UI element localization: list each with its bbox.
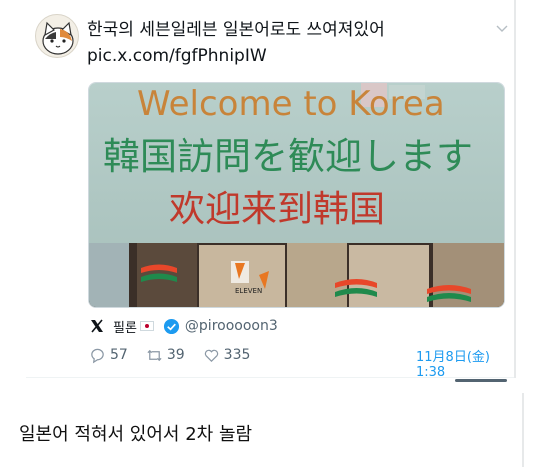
sign-chinese: 欢迎来到韩国 xyxy=(169,189,385,230)
embed-scroll-track xyxy=(514,0,516,378)
verified-badge-icon xyxy=(163,318,179,334)
japan-flag-icon xyxy=(139,321,154,331)
scrollbar-thumb[interactable] xyxy=(455,379,507,382)
like-button[interactable]: 335 xyxy=(203,347,251,364)
retweet-count: 39 xyxy=(166,347,185,363)
author-row[interactable]: 필론 @pirooooon3 xyxy=(89,315,278,337)
author-handle: @pirooooon3 xyxy=(184,318,278,334)
chevron-down-icon[interactable] xyxy=(494,20,510,36)
x-logo-icon xyxy=(91,319,103,333)
heart-icon xyxy=(204,349,218,362)
photo-canvas: ELEVEN Welcome to Korea 韓国訪問を歓迎します 欢迎来到韩… xyxy=(89,83,504,307)
reply-button[interactable]: 57 xyxy=(89,347,128,364)
tweet-timestamp-link[interactable]: 11月8日(金) 1:38 xyxy=(416,346,514,380)
reply-count: 57 xyxy=(110,347,128,363)
author-name: 필론 xyxy=(113,320,137,336)
like-count: 335 xyxy=(223,347,251,363)
retweet-icon xyxy=(147,349,162,361)
tweet-media-link[interactable]: pic.x.com/fgfPhnipIW xyxy=(87,43,267,69)
tweet-actions: 57 39 335 xyxy=(89,345,268,365)
avatar[interactable] xyxy=(35,14,79,58)
reply-icon xyxy=(91,348,104,363)
tweet-photo[interactable]: ELEVEN Welcome to Korea 韓国訪問を歓迎します 欢迎来到韩… xyxy=(88,82,505,308)
sign-english: Welcome to Korea xyxy=(137,84,445,124)
tweet-text: 한국의 세븐일레븐 일본어로도 쓰여져있어 xyxy=(87,20,385,40)
content-scroll-track xyxy=(522,393,524,467)
retweet-button[interactable]: 39 xyxy=(146,347,185,364)
post-comment-text: 일본어 적혀서 있어서 2차 놀람 xyxy=(19,424,253,445)
sign-japanese: 韓国訪問を歓迎します xyxy=(103,135,473,178)
cat-avatar-icon xyxy=(42,21,74,55)
embedded-tweet-card: 한국의 세븐일레븐 일본어로도 쓰여져있어 pic.x.com/fgfPhnip… xyxy=(26,0,514,380)
store-label: ELEVEN xyxy=(235,287,262,295)
